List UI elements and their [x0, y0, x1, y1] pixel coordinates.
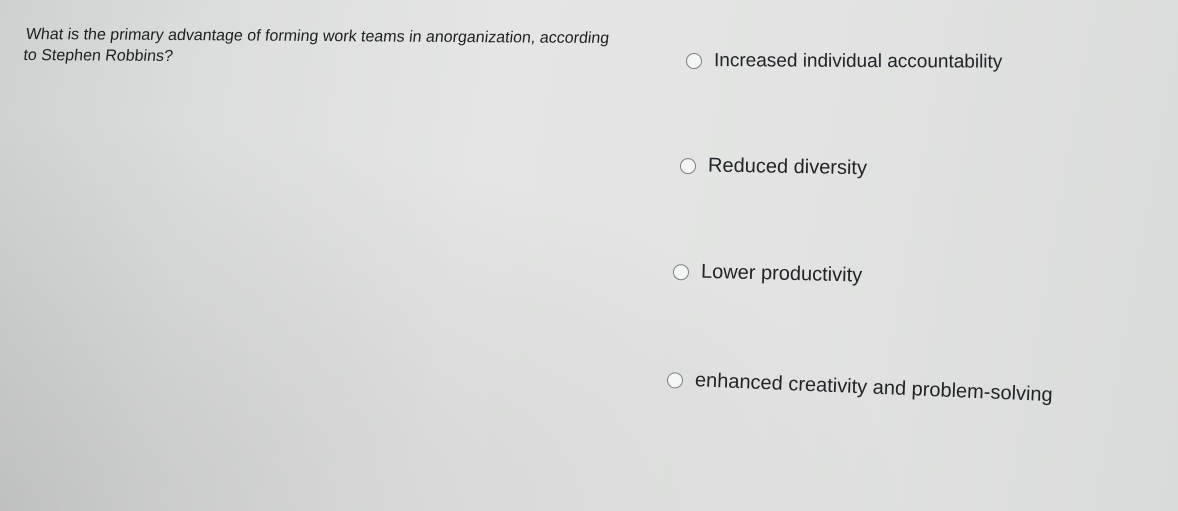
answer-option-4[interactable]: enhanced creativity and problem-solving [666, 368, 1054, 407]
answer-option-label: enhanced creativity and problem-solving [694, 369, 1054, 407]
radio-button-unchecked-icon[interactable] [666, 371, 684, 389]
answer-option-3[interactable]: Lower productivity [672, 260, 863, 288]
radio-button-unchecked-icon[interactable] [685, 53, 703, 70]
answer-option-label: Increased individual accountability [713, 50, 1003, 73]
answer-option-1[interactable]: Increased individual accountability [685, 50, 1003, 74]
answer-option-label: Reduced diversity [707, 154, 868, 180]
question-text: What is the primary advantage of forming… [22, 25, 611, 66]
answer-option-label: Lower productivity [700, 260, 863, 287]
answer-option-2[interactable]: Reduced diversity [679, 154, 868, 180]
radio-button-unchecked-icon[interactable] [679, 157, 697, 174]
screen-shade [0, 0, 1178, 511]
radio-button-unchecked-icon[interactable] [672, 263, 690, 280]
